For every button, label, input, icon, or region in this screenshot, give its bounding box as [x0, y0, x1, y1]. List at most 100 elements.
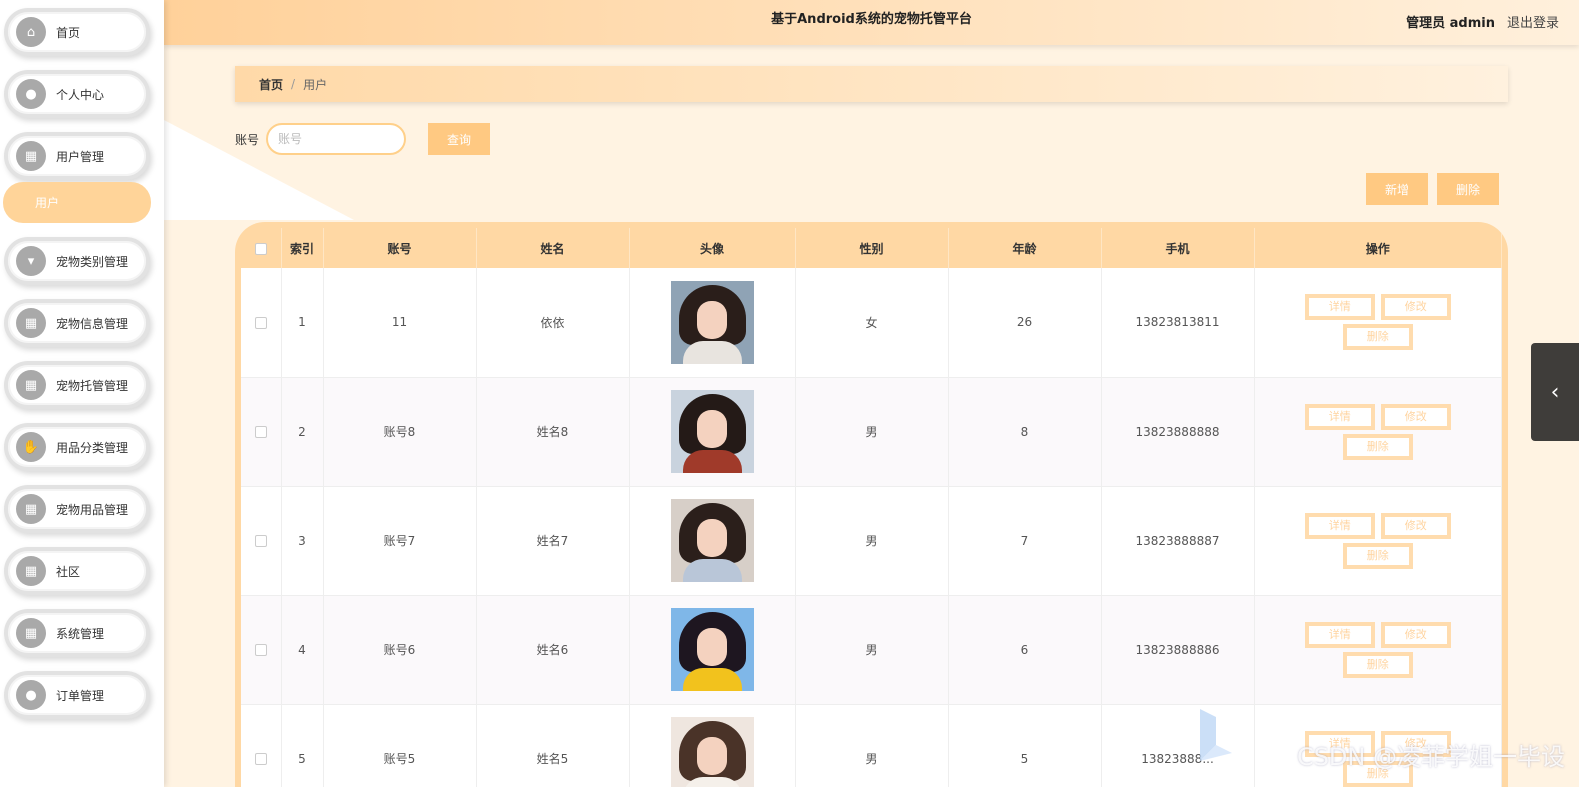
cell-name: 姓名6 — [476, 595, 630, 705]
sidebar-item-label: 订单管理 — [56, 688, 105, 703]
row-checkbox[interactable] — [254, 426, 267, 438]
search-label: 账号 — [235, 133, 260, 147]
avatar-image — [670, 608, 754, 691]
side-panel-toggle[interactable]: ‹ — [1531, 343, 1579, 441]
sidebar-item-label: 用户管理 — [56, 149, 105, 164]
cell-name: 姓名7 — [476, 486, 630, 596]
sidebar-item-label: 宠物信息管理 — [56, 316, 129, 331]
cell-account: 账号6 — [323, 595, 477, 705]
home-icon: ⌂ — [16, 17, 46, 47]
cell-phone: 13823888888 — [1101, 377, 1255, 487]
sidebar-item-pet-boarding[interactable]: ▦ 宠物托管管理 — [4, 361, 150, 409]
detail-button[interactable]: 详情 — [1304, 512, 1375, 539]
row-checkbox[interactable] — [254, 644, 267, 656]
user-table-container: 索引 账号 姓名 头像 性别 年龄 手机 操作 1 11 依依 女 26 138… — [235, 222, 1508, 787]
delete-button[interactable]: 删除 — [1342, 542, 1413, 569]
sidebar-item-system[interactable]: ▦ 系统管理 — [4, 609, 150, 657]
cell-account: 11 — [323, 268, 477, 378]
cell-age: 6 — [948, 595, 1102, 705]
cell-name: 依依 — [476, 268, 630, 378]
cell-name: 姓名5 — [476, 704, 630, 787]
cell-gender: 男 — [795, 704, 949, 787]
column-header-actions: 操作 — [1254, 228, 1502, 268]
grid-icon: ▦ — [16, 556, 46, 586]
edit-button[interactable]: 修改 — [1380, 621, 1451, 648]
sidebar-item-label: 个人中心 — [56, 87, 105, 102]
cell-phone: 13823888886 — [1101, 595, 1255, 705]
cell-index: 3 — [281, 486, 324, 596]
column-header-account: 账号 — [323, 228, 477, 268]
breadcrumb-home[interactable]: 首页 — [259, 76, 283, 93]
cell-account: 账号7 — [323, 486, 477, 596]
sidebar-item-label: 用品分类管理 — [56, 440, 129, 455]
cell-index: 2 — [281, 377, 324, 487]
cell-index: 1 — [281, 268, 324, 378]
column-header-age: 年龄 — [948, 228, 1102, 268]
sidebar-item-label: 社区 — [56, 564, 81, 579]
row-checkbox[interactable] — [254, 316, 267, 329]
table-header-row: 索引 账号 姓名 头像 性别 年龄 手机 操作 — [241, 228, 1502, 268]
cell-phone: 13823888887 — [1101, 486, 1255, 596]
logout-link[interactable]: 退出登录 — [1507, 12, 1559, 31]
table-row: 2 账号8 姓名8 男 8 13823888888 详情 修改删除 — [241, 377, 1502, 487]
header-select-all[interactable] — [241, 228, 282, 268]
sidebar-subitem-users[interactable]: 用户 — [3, 182, 151, 223]
sidebar-item-orders[interactable]: ● 订单管理 — [4, 671, 150, 719]
app-title: 基于Android系统的宠物托管平台 — [771, 12, 972, 27]
sidebar-item-profile[interactable]: ● 个人中心 — [4, 70, 150, 118]
user-icon: ● — [16, 79, 46, 109]
column-header-phone: 手机 — [1101, 228, 1255, 268]
grid-icon: ▦ — [16, 308, 46, 338]
grid-icon: ▦ — [16, 494, 46, 524]
delete-button[interactable]: 删除 — [1342, 433, 1413, 460]
column-header-avatar: 头像 — [629, 228, 796, 268]
cell-age: 8 — [948, 377, 1102, 487]
edit-button[interactable]: 修改 — [1380, 512, 1451, 539]
user-table: 索引 账号 姓名 头像 性别 年龄 手机 操作 1 11 依依 女 26 138… — [241, 228, 1502, 787]
table-row: 1 11 依依 女 26 13823813811 详情 修改删除 — [241, 268, 1502, 378]
row-checkbox[interactable] — [254, 535, 267, 547]
breadcrumb-current: 用户 — [303, 77, 328, 92]
chevron-left-icon: ‹ — [1550, 379, 1560, 405]
edit-button[interactable]: 修改 — [1380, 294, 1451, 321]
thumb-icon: ✋ — [16, 432, 46, 462]
sidebar-item-user-management[interactable]: ▦ 用户管理 — [4, 132, 150, 180]
column-header-index: 索引 — [281, 228, 324, 268]
detail-button[interactable]: 详情 — [1304, 621, 1375, 648]
search-button[interactable]: 查询 — [428, 123, 490, 155]
cell-phone: 13823813811 — [1101, 268, 1255, 378]
sidebar-item-label: 宠物类别管理 — [56, 254, 129, 269]
detail-button[interactable]: 详情 — [1304, 294, 1375, 321]
detail-button[interactable]: 详情 — [1304, 403, 1375, 430]
sidebar-item-label: 宠物托管管理 — [56, 378, 129, 393]
sidebar-item-home[interactable]: ⌂ 首页 — [4, 8, 150, 56]
delete-button[interactable]: 删除 — [1342, 324, 1413, 351]
sidebar-item-pet-category[interactable]: ▾ 宠物类别管理 — [4, 237, 150, 285]
cell-age: 26 — [948, 268, 1102, 378]
sidebar-item-label: 系统管理 — [56, 626, 105, 641]
sidebar-item-supply-category[interactable]: ✋ 用品分类管理 — [4, 423, 150, 471]
cell-account: 账号8 — [323, 377, 477, 487]
avatar-image — [670, 280, 754, 364]
top-header: 基于Android系统的宠物托管平台 管理员 admin 退出登录 — [164, 0, 1579, 45]
search-input[interactable] — [266, 123, 406, 155]
avatar-image — [670, 717, 754, 787]
select-all-checkbox[interactable] — [254, 242, 267, 255]
sidebar-item-label: 宠物用品管理 — [56, 502, 129, 517]
cell-gender: 男 — [795, 486, 949, 596]
tag-icon: ▾ — [16, 246, 46, 276]
grid-icon: ▦ — [16, 370, 46, 400]
add-button[interactable]: 新增 — [1366, 173, 1428, 205]
batch-delete-button[interactable]: 删除 — [1437, 173, 1499, 205]
cell-index: 5 — [281, 704, 324, 787]
sidebar-item-pet-supplies[interactable]: ▦ 宠物用品管理 — [4, 485, 150, 533]
row-checkbox[interactable] — [254, 753, 267, 765]
cell-age: 7 — [948, 486, 1102, 596]
sidebar-item-pet-info[interactable]: ▦ 宠物信息管理 — [4, 299, 150, 347]
sidebar-item-label: 首页 — [56, 25, 81, 40]
watermark-text: CSDN @凌菲学姐一毕设 — [1296, 743, 1565, 771]
current-user: 管理员 admin — [1406, 16, 1495, 31]
edit-button[interactable]: 修改 — [1380, 403, 1451, 430]
delete-button[interactable]: 删除 — [1342, 651, 1413, 678]
sidebar-item-community[interactable]: ▦ 社区 — [4, 547, 150, 595]
